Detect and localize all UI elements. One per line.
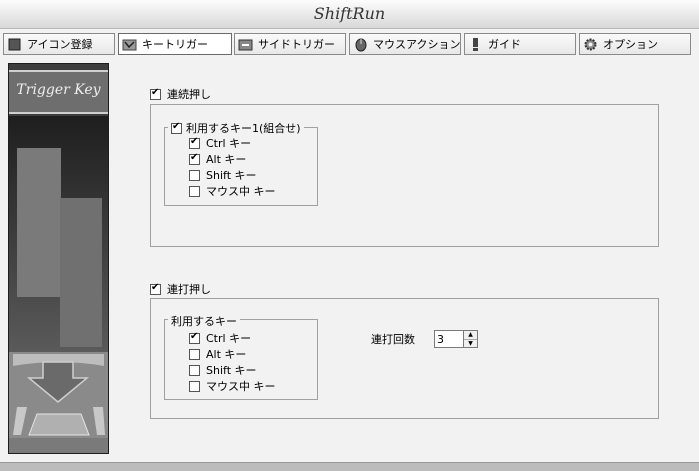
key-label: Alt キー — [206, 348, 247, 361]
key-label: Shift キー — [206, 364, 257, 377]
tab-side-trigger[interactable]: サイドトリガー — [234, 33, 346, 55]
continuous-mouse-middle-checkbox[interactable]: マウス中 キー — [189, 183, 276, 199]
side-panel-bar — [60, 198, 102, 347]
continuous-shift-checkbox[interactable]: Shift キー — [189, 167, 257, 183]
tab-label: サイドトリガー — [258, 38, 335, 51]
side-panel-title: Trigger Key — [16, 82, 101, 98]
tab-label: オプション — [603, 38, 658, 51]
checkbox[interactable] — [150, 87, 161, 100]
repeat-count-label: 連打回数 — [371, 333, 415, 346]
repeat-press-checkbox[interactable]: 連打押し — [150, 281, 211, 297]
tab-guide[interactable]: ガイド — [464, 33, 576, 55]
checkbox[interactable] — [150, 282, 161, 295]
icon-register-icon — [7, 37, 22, 52]
checkbox[interactable] — [189, 152, 200, 165]
checkbox[interactable] — [189, 331, 200, 344]
key-label: Alt キー — [206, 153, 247, 166]
continuous-keys-group-label: 利用するキー1(組合せ) — [186, 122, 301, 135]
tab-label: キートリガー — [142, 38, 208, 51]
tab-icon-register[interactable]: アイコン登録 — [3, 33, 115, 55]
continuous-ctrl-checkbox[interactable]: Ctrl キー — [189, 135, 251, 151]
checkbox[interactable] — [189, 364, 200, 376]
tab-label: アイコン登録 — [27, 38, 93, 51]
repeat-press-label: 連打押し — [167, 283, 211, 296]
checkbox[interactable] — [189, 380, 200, 392]
repeat-count-spinner[interactable]: ▲ ▼ — [434, 330, 478, 348]
side-panel-bar — [17, 148, 61, 297]
gear-icon — [583, 37, 598, 52]
repeat-alt-checkbox[interactable]: Alt キー — [189, 346, 246, 362]
repeat-mouse-middle-checkbox[interactable]: マウス中 キー — [189, 378, 276, 394]
key-trigger-icon — [122, 37, 137, 52]
checkbox[interactable] — [189, 169, 200, 181]
key-label: Ctrl キー — [206, 137, 252, 150]
side-panel: Trigger Key — [8, 63, 109, 454]
checkbox[interactable] — [189, 348, 200, 360]
tab-key-trigger[interactable]: キートリガー — [118, 33, 232, 55]
tab-label: マウスアクション — [373, 38, 461, 51]
tab-mouse-action[interactable]: マウスアクション — [349, 33, 461, 55]
trigger-key-illustration — [9, 352, 108, 453]
spinner-buttons: ▲ ▼ — [464, 330, 478, 348]
repeat-ctrl-checkbox[interactable]: Ctrl キー — [189, 330, 251, 346]
continuous-keys-group-checkbox[interactable]: 利用するキー1(組合せ) — [168, 120, 304, 136]
repeat-count-input[interactable] — [434, 330, 464, 348]
continuous-press-checkbox[interactable]: 連続押し — [150, 86, 211, 102]
side-panel-header: Trigger Key — [9, 70, 108, 114]
checkbox[interactable] — [189, 136, 200, 149]
repeat-keys-group-label: 利用するキー — [171, 315, 237, 328]
continuous-alt-checkbox[interactable]: Alt キー — [189, 151, 246, 167]
tab-bar: アイコン登録 キートリガー サイドトリガー マウスアクション ガイド オプション — [0, 31, 699, 57]
checkbox[interactable] — [189, 185, 200, 197]
key-label: Shift キー — [206, 169, 257, 182]
key-trigger-content: 連続押し 利用するキー1(組合せ) Ctrl キー Alt キー Shift キ… — [109, 57, 699, 462]
guide-icon — [468, 37, 483, 52]
side-trigger-icon — [238, 37, 253, 52]
repeat-shift-checkbox[interactable]: Shift キー — [189, 362, 257, 378]
repeat-keys-group-legend: 利用するキー — [168, 313, 240, 329]
mouse-action-icon — [353, 37, 368, 52]
spin-up-icon[interactable]: ▲ — [464, 331, 477, 339]
continuous-press-label: 連続押し — [167, 88, 211, 101]
spin-down-icon[interactable]: ▼ — [464, 339, 477, 348]
key-label: マウス中 キー — [206, 380, 276, 393]
key-label: マウス中 キー — [206, 185, 276, 198]
tab-options[interactable]: オプション — [579, 33, 691, 55]
key-label: Ctrl キー — [206, 332, 252, 345]
title-bar: ShiftRun — [0, 0, 699, 29]
tab-label: ガイド — [488, 38, 521, 51]
checkbox[interactable] — [171, 121, 182, 134]
window-title: ShiftRun — [313, 4, 386, 23]
